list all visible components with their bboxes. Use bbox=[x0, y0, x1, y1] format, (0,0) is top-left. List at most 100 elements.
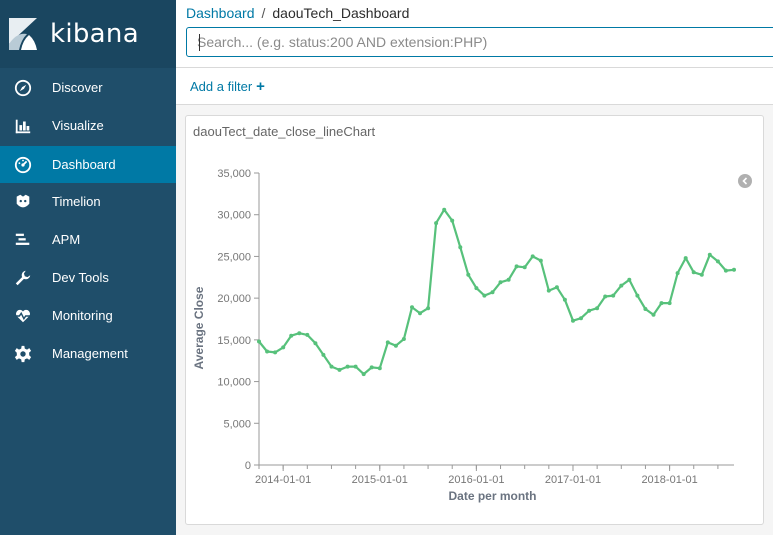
data-point bbox=[305, 332, 310, 337]
breadcrumb-current: daouTech_Dashboard bbox=[272, 5, 410, 21]
data-point bbox=[635, 293, 640, 298]
top-bar: Dashboard / daouTech_Dashboard bbox=[176, 0, 773, 68]
sidebar-item-discover[interactable]: Discover bbox=[0, 69, 176, 106]
filter-bar: Add a filter + bbox=[176, 68, 773, 105]
sidebar-item-label: Dev Tools bbox=[52, 270, 109, 285]
data-point bbox=[289, 333, 294, 338]
panel-title: daouTect_date_close_lineChart bbox=[193, 124, 376, 139]
data-point bbox=[707, 252, 712, 257]
data-point bbox=[659, 301, 664, 306]
data-point bbox=[273, 350, 278, 355]
data-point bbox=[385, 340, 390, 345]
app-name: kibana bbox=[50, 19, 139, 49]
data-point bbox=[401, 337, 406, 341]
bar-chart-icon bbox=[13, 116, 33, 136]
data-point bbox=[571, 318, 575, 323]
x-tick-label: 2014-01-01 bbox=[255, 474, 311, 486]
y-tick-label: 10,000 bbox=[217, 377, 251, 389]
data-point bbox=[611, 293, 616, 298]
data-point bbox=[530, 254, 535, 259]
add-filter-button[interactable]: Add a filter + bbox=[190, 79, 265, 94]
sidebar-item-timelion[interactable]: Timelion bbox=[0, 183, 176, 220]
y-axis-label: Average Close bbox=[192, 286, 206, 369]
sidebar-item-label: Monitoring bbox=[52, 308, 113, 323]
data-point bbox=[337, 367, 342, 372]
data-point bbox=[442, 207, 447, 212]
data-point bbox=[410, 305, 414, 310]
sidebar-item-label: Discover bbox=[52, 80, 103, 95]
data-point bbox=[353, 364, 358, 369]
data-point bbox=[418, 311, 422, 316]
data-point bbox=[715, 259, 720, 264]
data-point bbox=[361, 372, 366, 377]
data-point bbox=[651, 312, 656, 317]
data-point bbox=[732, 267, 736, 272]
data-point bbox=[257, 339, 261, 344]
data-point bbox=[466, 272, 471, 277]
x-tick-label: 2016-01-01 bbox=[448, 474, 504, 486]
data-point bbox=[667, 301, 672, 306]
data-point bbox=[498, 280, 503, 285]
breadcrumb: Dashboard / daouTech_Dashboard bbox=[186, 5, 409, 21]
compass-icon bbox=[13, 78, 33, 98]
data-point bbox=[426, 306, 431, 311]
data-point bbox=[321, 352, 326, 357]
x-tick-label: 2018-01-01 bbox=[641, 474, 697, 486]
data-point bbox=[723, 268, 728, 273]
sidebar-item-label: APM bbox=[52, 232, 81, 247]
data-point bbox=[643, 307, 648, 311]
data-point bbox=[691, 270, 696, 275]
data-point bbox=[627, 277, 632, 282]
y-tick-label: 30,000 bbox=[217, 210, 251, 222]
add-filter-label: Add a filter bbox=[190, 79, 253, 94]
heartbeat-icon bbox=[13, 306, 33, 326]
data-point bbox=[683, 256, 688, 261]
breadcrumb-separator: / bbox=[261, 5, 266, 21]
sidebar-item-label: Timelion bbox=[52, 194, 101, 209]
sidebar: kibana Discover Visualize Dashboard Time… bbox=[0, 0, 176, 535]
data-point bbox=[450, 218, 455, 223]
data-point bbox=[329, 364, 334, 369]
search-box[interactable] bbox=[186, 27, 773, 57]
timelion-icon bbox=[13, 192, 33, 212]
sidebar-item-monitoring[interactable]: Monitoring bbox=[0, 297, 176, 334]
data-point bbox=[506, 277, 511, 282]
data-point bbox=[522, 265, 527, 270]
sidebar-item-label: Dashboard bbox=[52, 157, 116, 172]
sidebar-item-dashboard[interactable]: Dashboard bbox=[0, 146, 176, 183]
data-point bbox=[514, 264, 519, 269]
x-tick-label: 2015-01-01 bbox=[352, 474, 408, 486]
line-chart: 0 5,000 10,000 15,000 20,000 25,000 30,000 35,0… bbox=[192, 168, 736, 503]
sidebar-item-label: Visualize bbox=[52, 118, 104, 133]
y-tick-label: 15,000 bbox=[217, 335, 251, 347]
data-point bbox=[369, 365, 374, 370]
kibana-logo-icon bbox=[9, 18, 37, 50]
y-tick-label: 25,000 bbox=[217, 251, 251, 263]
sidebar-item-management[interactable]: Management bbox=[0, 335, 176, 372]
sidebar-item-apm[interactable]: APM bbox=[0, 221, 176, 258]
data-point bbox=[377, 366, 382, 371]
search-input[interactable] bbox=[187, 28, 773, 56]
data-point bbox=[474, 286, 479, 291]
data-point bbox=[490, 290, 495, 295]
y-tick-label: 5,000 bbox=[223, 418, 251, 430]
logo[interactable]: kibana bbox=[0, 0, 176, 68]
apm-icon bbox=[13, 230, 33, 250]
data-point bbox=[546, 288, 551, 293]
plus-icon: + bbox=[256, 78, 265, 95]
wrench-icon bbox=[13, 268, 33, 288]
legend-toggle-icon[interactable] bbox=[738, 174, 752, 188]
data-point bbox=[393, 343, 398, 348]
y-tick-label: 0 bbox=[245, 460, 251, 472]
sidebar-item-visualize[interactable]: Visualize bbox=[0, 107, 176, 144]
data-point bbox=[482, 293, 487, 298]
data-point bbox=[587, 308, 592, 313]
data-point bbox=[297, 331, 302, 336]
data-point bbox=[699, 272, 704, 277]
data-point bbox=[619, 283, 624, 288]
sidebar-item-dev-tools[interactable]: Dev Tools bbox=[0, 259, 176, 296]
sidebar-item-label: Management bbox=[52, 346, 128, 361]
data-point bbox=[538, 258, 543, 263]
data-point bbox=[458, 245, 463, 250]
breadcrumb-dashboard-link[interactable]: Dashboard bbox=[186, 5, 255, 21]
